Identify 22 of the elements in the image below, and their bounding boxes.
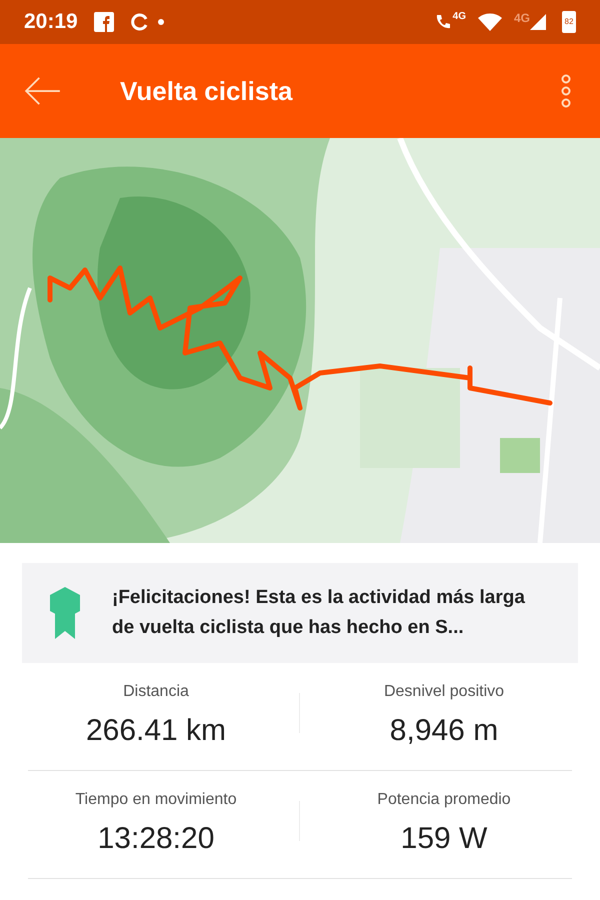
back-icon [24,76,62,106]
stat-value: 13:28:20 [98,821,214,857]
stat-label: Potencia promedio [377,790,511,810]
stat-value: 159 W [400,821,488,857]
achievement-text: ¡Felicitaciones! Esta es la actividad más larga de vuelta ciclista que has hecho en S... [112,586,526,640]
medal-icon [50,587,80,639]
signal-icon [530,14,546,30]
network-label: 4G [452,10,466,24]
screen-title: Vuelta ciclista [120,74,294,108]
facebook-icon [94,12,114,32]
stat-label: Distancia [123,682,189,702]
network-label: 4G [514,10,530,27]
wifi-icon [478,13,502,31]
stat-value: 8,946 m [390,713,498,749]
more-icon [561,74,571,108]
dot-icon [158,19,164,25]
stat-label: Tiempo en movimiento [75,790,237,810]
status-time: 20:19 [24,9,78,36]
battery-level: 82 [564,18,574,26]
stat-label: Desnivel positivo [384,682,504,702]
stat-value: 266.41 km [86,713,226,749]
sync-icon [130,12,150,32]
